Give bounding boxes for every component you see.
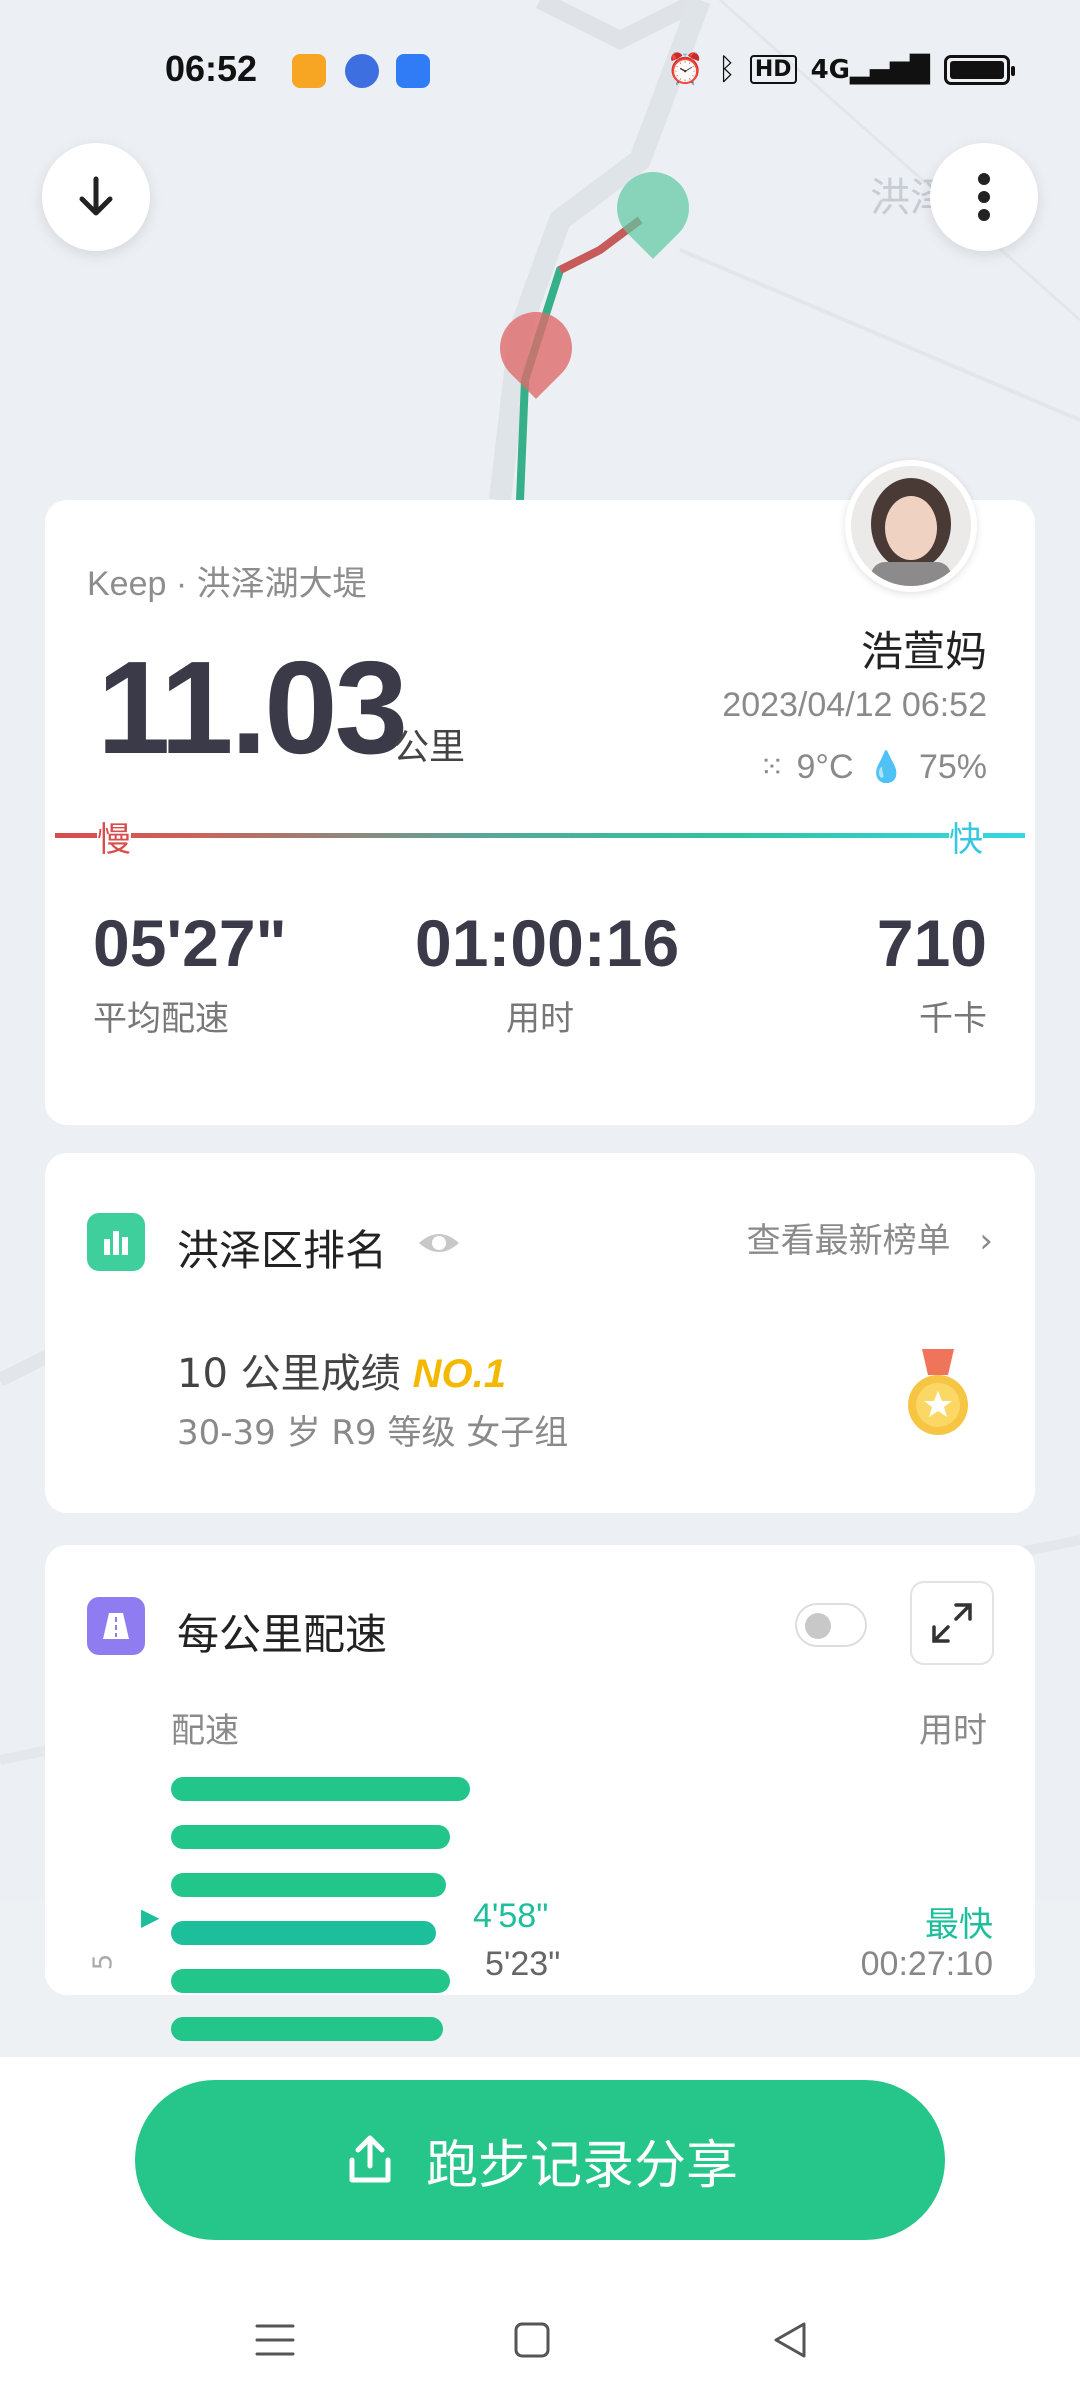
ranking-record: 10 公里成绩 NO.1	[177, 1341, 506, 1399]
username: 浩萱妈	[860, 627, 987, 676]
duration-value: 01:00:16	[415, 906, 680, 980]
system-icons: ⏰ ᛒ HD 4G▂▄▆█	[666, 52, 1015, 87]
share-upload-icon	[349, 2135, 391, 2183]
calories-label: 千卡	[919, 999, 987, 1039]
expand-button[interactable]	[910, 1581, 994, 1665]
ranking-record-label: 10 公里成绩	[177, 1351, 401, 1397]
km5-time: 00:27:10	[860, 1945, 993, 1983]
4g-signal-icon: 4G▂▄▆█	[810, 54, 930, 85]
pace-bar-km6	[171, 2017, 443, 2041]
more-options-button[interactable]	[930, 143, 1038, 251]
ranking-position: NO.1	[412, 1352, 506, 1396]
fastest-marker-icon: ▶	[141, 1903, 160, 1931]
fastest-pace: 4'58"	[473, 1897, 549, 1935]
pace-road-icon	[87, 1597, 145, 1655]
download-button[interactable]	[42, 143, 150, 251]
share-run-record-button[interactable]: 跑步记录分享	[135, 2080, 945, 2240]
time-column-header: 用时	[919, 1711, 987, 1751]
calories-value: 710	[876, 906, 987, 980]
pace-bar-km4	[171, 1921, 436, 1945]
km5-index: 5	[88, 1953, 119, 1971]
battery-icon	[944, 54, 1015, 85]
avatar-portrait-icon	[851, 466, 971, 586]
ranking-chart-icon	[87, 1213, 145, 1271]
ranking-group: 30-39 岁 R9 等级 女子组	[177, 1413, 569, 1453]
duration-label: 用时	[506, 999, 574, 1039]
avg-pace-label: 平均配速	[93, 999, 229, 1039]
run-source-location: Keep · 洪泽湖大堤	[87, 565, 367, 603]
calories-metric: 710 千卡	[877, 905, 987, 1040]
status-bar: 06:52 ⏰ ᛒ HD 4G▂▄▆█	[0, 0, 1080, 140]
visibility-eye-icon[interactable]	[415, 1223, 463, 1267]
km5-pace: 5'23"	[485, 1945, 561, 1983]
download-arrow-icon	[79, 176, 113, 216]
view-latest-leaderboard-link[interactable]: 查看最新榜单 ›	[747, 1213, 993, 1262]
weather-fog-icon: ⁙	[759, 751, 784, 784]
duration-metric: 01:00:16 用时	[415, 905, 680, 1040]
more-vertical-icon	[978, 173, 990, 221]
gold-medal-icon	[900, 1349, 976, 1443]
humidity-drop-icon: 💧	[867, 751, 905, 784]
slow-label: 慢	[97, 812, 131, 861]
weather-info: ⁙ 9°C 💧 75%	[759, 748, 987, 787]
per-km-pace-card: 每公里配速 配速 用时 ▶ 4'58" 最快 5 5'23" 00:27:10	[45, 1545, 1035, 2041]
alarm-icon: ⏰	[666, 52, 704, 87]
system-nav-bar	[0, 2280, 1080, 2400]
distance-value: 11.03	[97, 634, 408, 781]
bluetooth-icon: ᛒ	[717, 52, 736, 87]
pace-bar-km2	[171, 1825, 450, 1849]
splits-toggle[interactable]	[795, 1603, 867, 1647]
distance-unit: 公里	[393, 727, 466, 768]
humidity: 75%	[918, 748, 987, 786]
chevron-right-icon: ›	[979, 1221, 993, 1261]
expand-icon	[932, 1603, 972, 1643]
share-label: 跑步记录分享	[425, 2135, 738, 2196]
pace-column-header: 配速	[171, 1711, 239, 1751]
avg-pace-value: 05'27"	[93, 906, 287, 980]
avatar[interactable]	[845, 460, 977, 592]
hd-icon: HD	[749, 55, 797, 84]
nav-menu-button[interactable]	[245, 2310, 305, 2370]
view-leaderboard-label: 查看最新榜单	[746, 1221, 951, 1261]
back-triangle-icon	[774, 2322, 806, 2358]
temperature: 9°C	[796, 748, 854, 786]
avg-pace-metric: 05'27" 平均配速	[93, 905, 287, 1040]
run-summary-card: Keep · 洪泽湖大堤 11.03 公里 浩萱妈 2023/04/12 06:…	[45, 460, 1035, 1125]
cloud-app-icon	[396, 54, 430, 88]
ranking-title: 洪泽区排名	[177, 1226, 388, 1275]
run-datetime: 2023/04/12 06:52	[722, 686, 987, 724]
status-time: 06:52	[165, 48, 258, 89]
home-square-icon	[514, 2322, 550, 2358]
pace-bar-km5	[171, 1969, 450, 1993]
baidu-app-icon	[345, 54, 379, 88]
splits-title: 每公里配速	[177, 1610, 388, 1659]
district-ranking-card[interactable]: 洪泽区排名 查看最新榜单 › 10 公里成绩 NO.1 30-39 岁 R9 等级…	[45, 1153, 1035, 1513]
pace-bar-km1	[171, 1777, 470, 1801]
keep-app-icon	[292, 54, 326, 88]
menu-icon	[255, 2324, 295, 2356]
fast-label: 快	[949, 812, 983, 861]
pace-bar-km3	[171, 1873, 446, 1897]
pace-gradient-bar	[55, 833, 1025, 838]
nav-back-button[interactable]	[760, 2310, 820, 2370]
fastest-label: 最快	[925, 1905, 993, 1945]
nav-home-button[interactable]	[502, 2310, 562, 2370]
